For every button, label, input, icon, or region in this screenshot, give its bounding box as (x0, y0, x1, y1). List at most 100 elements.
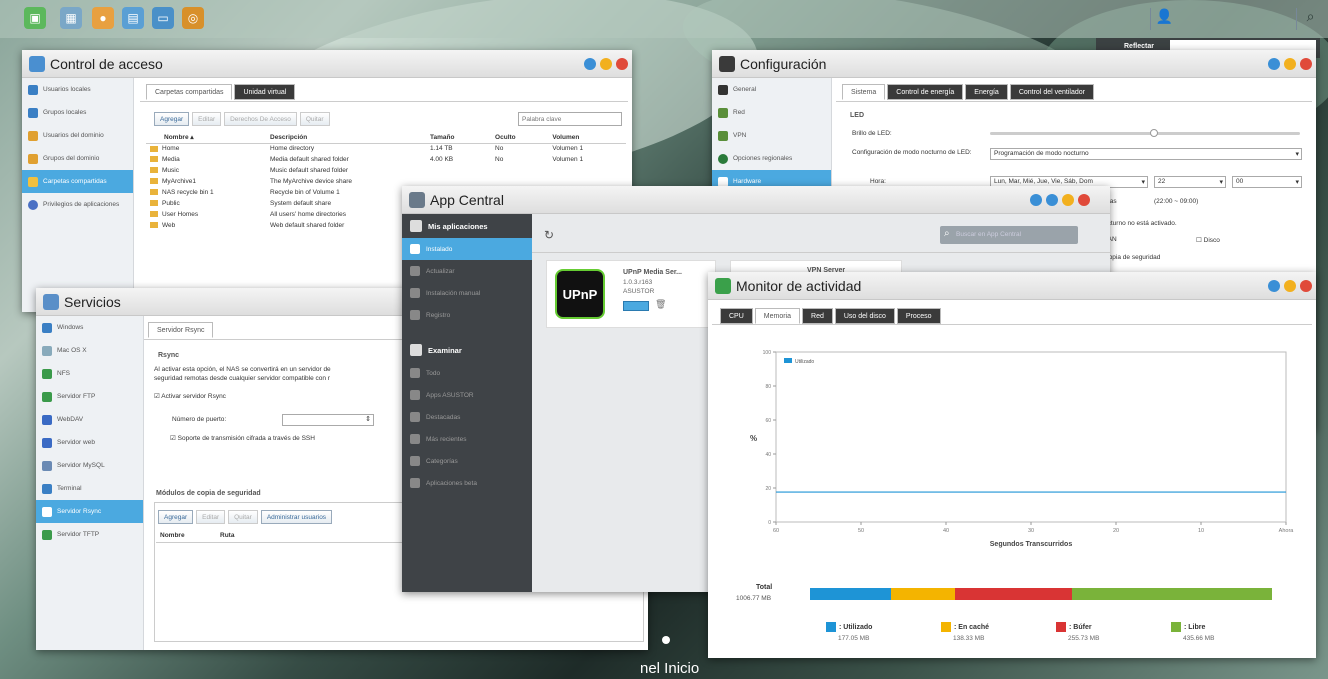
col-nombre[interactable]: Nombre (160, 532, 185, 539)
user-account-icon[interactable]: 👤 (1150, 8, 1178, 30)
sidebar-item-log[interactable]: Registro (402, 304, 532, 326)
tab-ventilador[interactable]: Control del ventilador (1009, 84, 1094, 100)
reflector-label[interactable]: Reflectar (1124, 43, 1154, 50)
chevron-down-icon[interactable]: ▾ (1219, 178, 1223, 188)
col-ruta[interactable]: Ruta (220, 532, 234, 539)
search-input[interactable] (518, 112, 622, 126)
night-mode-select[interactable]: Programación de modo nocturno ▾ (990, 148, 1302, 160)
sidebar-item-update[interactable]: Actualizar (402, 260, 532, 282)
help-icon[interactable] (1268, 58, 1280, 70)
stepper-icon[interactable]: ⇕ (365, 415, 371, 423)
slider-handle[interactable] (1150, 129, 1158, 137)
help-icon[interactable] (584, 58, 596, 70)
monitor-icon[interactable]: ▤ (122, 7, 144, 29)
brillo-slider[interactable] (990, 129, 1300, 137)
sidebar-item-ftp[interactable]: Servidor FTP (36, 385, 143, 408)
sidebar-item-domain-groups[interactable]: Grupos del dominio (22, 147, 133, 170)
sidebar-item-nfs[interactable]: NFS (36, 362, 143, 385)
col-oculto[interactable]: Oculto (491, 132, 549, 144)
sidebar-item-red[interactable]: Red (712, 101, 831, 124)
close-icon[interactable] (1300, 58, 1312, 70)
settings-icon[interactable]: ◎ (182, 7, 204, 29)
sidebar-item-local-users[interactable]: Usuarios locales (22, 78, 133, 101)
close-icon[interactable] (1300, 280, 1312, 292)
minimize-icon[interactable] (1062, 194, 1074, 206)
col-nombre[interactable]: Nombre ▴ (146, 132, 266, 144)
sidebar-item-installed[interactable]: Instalado (402, 238, 532, 260)
desktop-icon[interactable]: ▣ (24, 7, 46, 29)
tab-proceso[interactable]: Proceso (896, 308, 941, 324)
tab-sistema[interactable]: Sistema (842, 84, 886, 100)
sidebar-item-all[interactable]: Todo (402, 362, 532, 384)
tab-disco[interactable]: Uso del disco (834, 308, 895, 324)
tab-rsync[interactable]: Servidor Rsync (148, 322, 214, 338)
close-icon[interactable] (616, 58, 628, 70)
window-icon[interactable]: ▭ (152, 7, 174, 29)
toggle-switch[interactable] (623, 301, 649, 311)
tab-memoria[interactable]: Memoria (754, 308, 801, 324)
sidebar-item-rsync[interactable]: Servidor Rsync (36, 500, 143, 523)
edit-button[interactable]: Editar (192, 112, 222, 126)
tab-control-energia[interactable]: Control de energía (887, 84, 964, 100)
minimize-icon[interactable] (1284, 58, 1296, 70)
sidebar-item-webdav[interactable]: WebDAV (36, 408, 143, 431)
edit-module-button[interactable]: Editar (196, 510, 226, 524)
chevron-down-icon[interactable]: ▾ (1141, 178, 1145, 188)
chevron-down-icon[interactable]: ▾ (1295, 150, 1299, 160)
chevron-down-icon[interactable]: ▾ (1295, 178, 1299, 188)
sidebar-item-shared-folders[interactable]: Carpetas compartidas (22, 170, 133, 193)
apps-icon[interactable]: ▦ (60, 7, 82, 29)
sidebar-item-general[interactable]: General (712, 78, 831, 101)
remove-module-button[interactable]: Quitar (228, 510, 258, 524)
sidebar-item-manual-install[interactable]: Instalación manual (402, 282, 532, 304)
tab-unidad-virtual[interactable]: Unidad virtual (234, 84, 296, 100)
appcentral-titlebar[interactable]: App Central (402, 186, 1110, 214)
minimize-icon[interactable] (1284, 280, 1296, 292)
sidebar-item-mysql[interactable]: Servidor MySQL (36, 454, 143, 477)
sidebar-item-web[interactable]: Servidor web (36, 431, 143, 454)
config-titlebar[interactable]: Configuración (712, 50, 1316, 78)
help-icon[interactable] (1268, 280, 1280, 292)
close-icon[interactable] (1078, 194, 1090, 206)
hour-select[interactable]: 22 ▾ (1154, 176, 1226, 188)
table-row[interactable]: Music Music default shared folder (146, 165, 626, 176)
monitor-titlebar[interactable]: Monitor de actividad (708, 272, 1316, 300)
table-row[interactable]: Home Home directory 1.14 TB No Volumen 1 (146, 143, 626, 154)
sidebar-item-asustor-apps[interactable]: Apps ASUSTOR (402, 384, 532, 406)
add-module-button[interactable]: Agregar (158, 510, 194, 524)
port-stepper[interactable]: ⇕ (282, 414, 374, 426)
minimize-icon[interactable] (600, 58, 612, 70)
manage-users-button[interactable]: Administrar usuarios (260, 510, 333, 524)
sidebar-item-categories[interactable]: Categorías (402, 450, 532, 472)
sidebar-item-tftp[interactable]: Servidor TFTP (36, 523, 143, 546)
sidebar-item-beta[interactable]: Aplicaciones beta (402, 472, 532, 494)
help-icon[interactable] (1030, 194, 1042, 206)
disco-checkbox[interactable]: ☐ Disco (1196, 236, 1220, 244)
sidebar-item-regional[interactable]: Opciones regionales (712, 147, 831, 170)
sidebar-item-domain-users[interactable]: Usuarios del dominio (22, 124, 133, 147)
col-descripcion[interactable]: Descripción (266, 132, 426, 144)
info-icon[interactable] (1046, 194, 1058, 206)
app-search-input[interactable]: ⌕ Buscar en App Central (940, 226, 1078, 244)
sidebar-item-local-groups[interactable]: Grupos locales (22, 101, 133, 124)
sidebar-item-windows[interactable]: Windows (36, 316, 143, 339)
tab-red[interactable]: Red (802, 308, 833, 324)
search-icon[interactable]: ⌕ (1296, 8, 1324, 30)
add-button[interactable]: Agregar (154, 112, 190, 126)
tab-carpetas[interactable]: Carpetas compartidas (146, 84, 233, 100)
tab-energia[interactable]: Energía (965, 84, 1008, 100)
sidebar-item-terminal[interactable]: Terminal (36, 477, 143, 500)
user-icon[interactable]: ● (92, 7, 114, 29)
access-titlebar[interactable]: Control de acceso (22, 50, 632, 78)
access-rights-button[interactable]: Derechos De Acceso (224, 112, 297, 126)
minute-select[interactable]: 00 ▾ (1232, 176, 1302, 188)
refresh-icon[interactable]: ↻ (544, 228, 554, 242)
col-volumen[interactable]: Volumen (548, 132, 626, 144)
sidebar-item-recent[interactable]: Más recientes (402, 428, 532, 450)
enable-rsync-checkbox[interactable]: ☑ Activar servidor Rsync (154, 392, 226, 400)
table-row[interactable]: Media Media default shared folder 4.00 KB N… (146, 154, 626, 165)
remove-button[interactable]: Quitar (299, 112, 330, 126)
sidebar-item-mac[interactable]: Mac OS X (36, 339, 143, 362)
sidebar-item-featured[interactable]: Destacadas (402, 406, 532, 428)
sidebar-item-app-privileges[interactable]: Privilegios de aplicaciones (22, 193, 133, 216)
